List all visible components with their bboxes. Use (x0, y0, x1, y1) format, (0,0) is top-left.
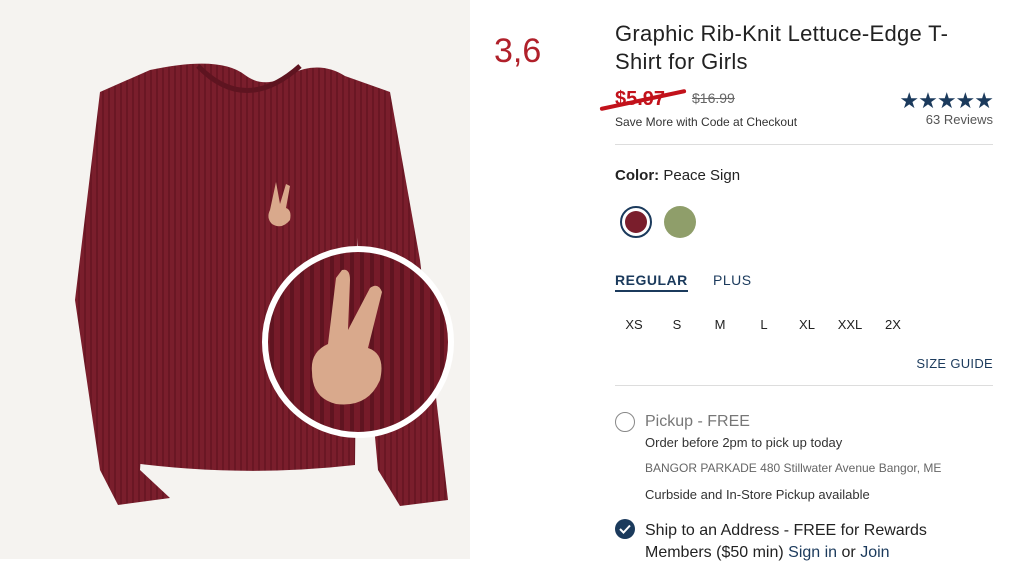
swatch-fill (664, 206, 696, 238)
join-link[interactable]: Join (860, 544, 889, 561)
tab-plus[interactable]: PLUS (713, 272, 752, 288)
pickup-note: Order before 2pm to pick up today (645, 435, 843, 450)
store-name: BANGOR PARKADE (645, 461, 757, 475)
pickup-label[interactable]: Pickup - FREE (645, 413, 750, 431)
size-2x[interactable]: 2X (876, 317, 910, 332)
checkmark-icon (619, 524, 631, 534)
store-address: 480 Stillwater Avenue (760, 461, 876, 475)
size-s[interactable]: S (660, 317, 694, 332)
swatch-fill (625, 211, 647, 233)
store-city: Bangor, ME (878, 461, 942, 475)
curbside-note: Curbside and In-Store Pickup available (645, 487, 870, 502)
product-info: Graphic Rib-Knit Lettuce-Edge T-Shirt fo… (599, 0, 994, 561)
or-text: or (841, 544, 856, 561)
size-xs[interactable]: XS (617, 317, 651, 332)
size-guide-link[interactable]: SIZE GUIDE (916, 356, 993, 371)
color-value: Peace Sign (663, 167, 741, 184)
divider (615, 385, 993, 386)
promo-text: Save More with Code at Checkout (615, 115, 798, 129)
tab-regular[interactable]: REGULAR (615, 272, 688, 292)
size-xl[interactable]: XL (790, 317, 824, 332)
original-price: $16.99 (692, 90, 735, 106)
color-label: Color: Peace Sign (615, 167, 740, 184)
annotation-label: 3,6 (494, 32, 542, 70)
swatch-green[interactable] (664, 206, 696, 238)
product-image[interactable] (0, 0, 470, 559)
swatch-peace-sign[interactable] (620, 206, 652, 238)
reviews-link[interactable]: 63 Reviews (926, 112, 993, 127)
divider (615, 144, 993, 145)
product-image-graphic (75, 63, 454, 506)
ship-radio[interactable] (615, 519, 635, 539)
store-line: BANGOR PARKADE 480 Stillwater Avenue Ban… (645, 461, 941, 475)
sign-in-link[interactable]: Sign in (788, 544, 837, 561)
size-m[interactable]: M (703, 317, 737, 332)
color-label-key: Color: (615, 167, 660, 184)
pickup-radio[interactable] (615, 412, 635, 432)
ship-label[interactable]: Ship to an Address - FREE for Rewards Me… (645, 520, 993, 564)
size-xxl[interactable]: XXL (833, 317, 867, 332)
product-title: Graphic Rib-Knit Lettuce-Edge T-Shirt fo… (615, 21, 949, 74)
rating-stars-icon[interactable]: ★★★★★ (899, 88, 994, 114)
size-l[interactable]: L (747, 317, 781, 332)
